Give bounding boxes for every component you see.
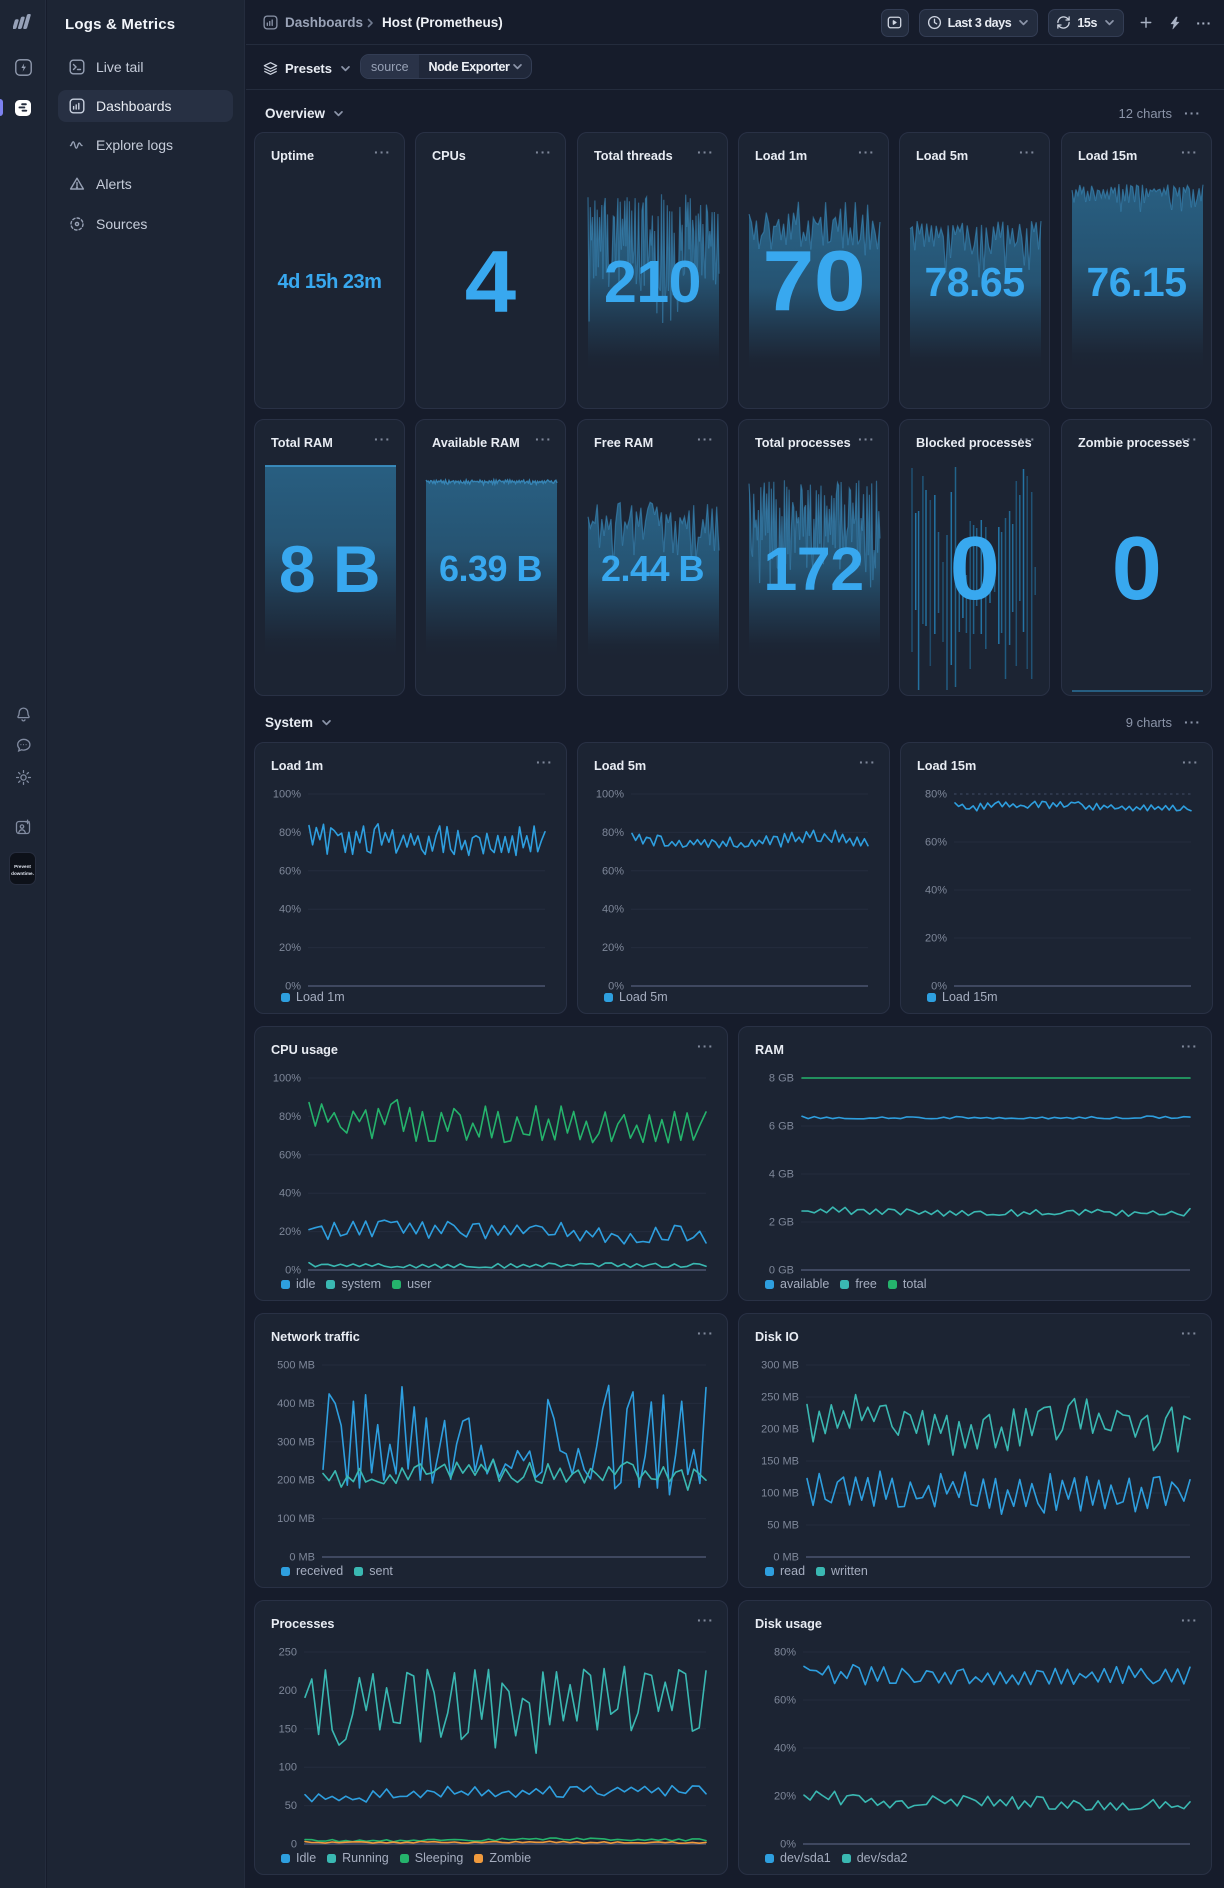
svg-text:40%: 40% bbox=[279, 904, 301, 916]
svg-text:0: 0 bbox=[291, 1839, 297, 1851]
svg-text:150: 150 bbox=[279, 1723, 297, 1735]
svg-text:20%: 20% bbox=[925, 933, 947, 945]
svg-text:0 GB: 0 GB bbox=[769, 1265, 794, 1277]
svg-text:60%: 60% bbox=[602, 865, 624, 877]
svg-text:40%: 40% bbox=[602, 904, 624, 916]
svg-text:250: 250 bbox=[279, 1647, 297, 1659]
svg-text:80%: 80% bbox=[925, 789, 947, 801]
svg-text:100%: 100% bbox=[273, 789, 301, 801]
svg-text:400 MB: 400 MB bbox=[277, 1398, 315, 1410]
svg-text:80%: 80% bbox=[279, 1111, 301, 1123]
svg-text:20%: 20% bbox=[774, 1791, 796, 1803]
svg-text:80%: 80% bbox=[279, 827, 301, 839]
svg-text:40%: 40% bbox=[925, 885, 947, 897]
svg-text:40%: 40% bbox=[774, 1743, 796, 1755]
svg-text:4 GB: 4 GB bbox=[769, 1169, 794, 1181]
svg-text:0 MB: 0 MB bbox=[289, 1552, 315, 1564]
svg-text:200: 200 bbox=[279, 1685, 297, 1697]
svg-text:20%: 20% bbox=[602, 942, 624, 954]
svg-text:100%: 100% bbox=[596, 789, 624, 801]
svg-text:200 MB: 200 MB bbox=[761, 1424, 799, 1436]
svg-text:50 MB: 50 MB bbox=[767, 1520, 799, 1532]
svg-text:150 MB: 150 MB bbox=[761, 1456, 799, 1468]
svg-text:100 MB: 100 MB bbox=[277, 1513, 315, 1525]
svg-text:60%: 60% bbox=[925, 837, 947, 849]
svg-text:60%: 60% bbox=[279, 1149, 301, 1161]
svg-text:300 MB: 300 MB bbox=[761, 1360, 799, 1372]
svg-text:80%: 80% bbox=[774, 1647, 796, 1659]
svg-text:100 MB: 100 MB bbox=[761, 1488, 799, 1500]
svg-text:200 MB: 200 MB bbox=[277, 1475, 315, 1487]
svg-text:0 MB: 0 MB bbox=[773, 1552, 799, 1564]
svg-text:300 MB: 300 MB bbox=[277, 1436, 315, 1448]
svg-text:100: 100 bbox=[279, 1762, 297, 1774]
svg-text:100%: 100% bbox=[273, 1073, 301, 1085]
svg-text:8 GB: 8 GB bbox=[769, 1073, 794, 1085]
svg-text:20%: 20% bbox=[279, 942, 301, 954]
svg-text:60%: 60% bbox=[279, 865, 301, 877]
svg-text:80%: 80% bbox=[602, 827, 624, 839]
svg-text:0%: 0% bbox=[780, 1839, 796, 1851]
svg-text:250 MB: 250 MB bbox=[761, 1392, 799, 1404]
svg-text:500 MB: 500 MB bbox=[277, 1360, 315, 1372]
svg-text:20%: 20% bbox=[279, 1226, 301, 1238]
svg-text:6 GB: 6 GB bbox=[769, 1121, 794, 1133]
svg-text:60%: 60% bbox=[774, 1695, 796, 1707]
svg-text:2 GB: 2 GB bbox=[769, 1217, 794, 1229]
svg-text:40%: 40% bbox=[279, 1188, 301, 1200]
svg-text:0%: 0% bbox=[285, 1265, 301, 1277]
svg-text:50: 50 bbox=[285, 1800, 297, 1812]
